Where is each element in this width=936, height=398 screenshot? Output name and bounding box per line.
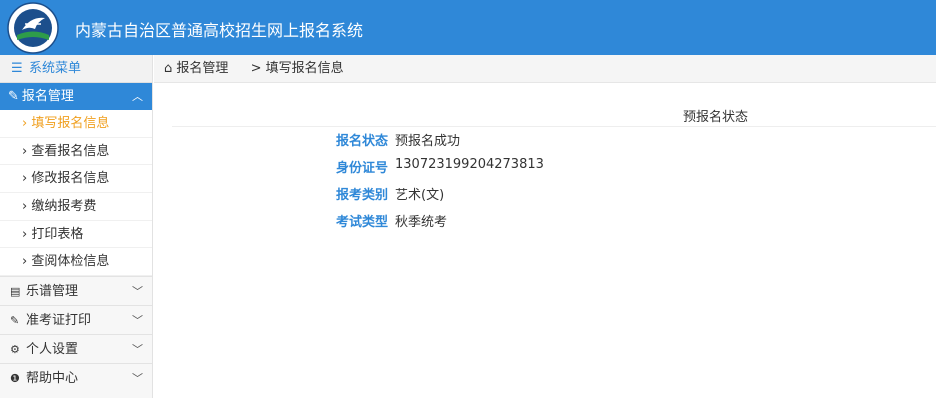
sidebar-item-pay-fee[interactable]: › 缴纳报考费 (0, 193, 152, 221)
info-icon: ❶ (10, 372, 20, 386)
sidebar-item-medical-info[interactable]: › 查阅体检信息 (0, 248, 152, 277)
menu-list-icon: ☰ (11, 61, 23, 76)
sidebar-group-label: 乐谱管理 (26, 284, 79, 300)
chevron-down-icon: ﹀ (132, 314, 143, 328)
sidebar-group-label: 准考证打印 (26, 313, 92, 329)
sidebar-group-label: 个人设置 (26, 342, 79, 358)
chevron-up-icon: ︿ (132, 90, 143, 103)
sidebar: ☰ 系统菜单 ✎ 报名管理 ︿ › 填写报名信息 › 查看报名信息 › 修改报名信息… (0, 55, 153, 398)
field-label: 考试类型 (336, 215, 389, 230)
school-emblem-logo (7, 2, 59, 54)
chevron-down-icon: ﹀ (132, 343, 143, 357)
field-label: 报考类别 (336, 188, 389, 203)
sidebar-group-label: 报名管理 (21, 89, 74, 104)
app-header: 内蒙古自治区普通高校招生网上报名系统 (0, 0, 936, 55)
breadcrumb-root[interactable]: 报名管理 (176, 61, 228, 76)
sidebar-group-score[interactable]: ▤ 乐谱管理 ﹀ (0, 276, 152, 306)
field-value: 秋季统考 (395, 215, 448, 230)
field-value: 预报名成功 (395, 134, 461, 149)
sidebar-item-print-forms[interactable]: › 打印表格 (0, 220, 152, 249)
sidebar-item-view-info[interactable]: › 查看报名信息 (0, 137, 152, 166)
chevron-down-icon: ﹀ (132, 372, 143, 386)
field-label: 身份证号 (336, 161, 389, 176)
app-title: 内蒙古自治区普通高校招生网上报名系统 (75, 21, 364, 40)
edit-icon: ✎ (8, 89, 19, 104)
sidebar-group-admission-ticket[interactable]: ✎ 准考证打印 ﹀ (0, 305, 152, 335)
sidebar-group-registration[interactable]: ✎ 报名管理 ︿ (0, 83, 152, 110)
sidebar-group-label: 帮助中心 (26, 371, 79, 387)
field-value: 130723199204273813 (395, 157, 544, 172)
sidebar-group-settings[interactable]: ⚙ 个人设置 ﹀ (0, 334, 152, 364)
sidebar-group-help[interactable]: ❶ 帮助中心 ﹀ (0, 363, 152, 393)
breadcrumb: ⌂ 报名管理 > 填写报名信息 (154, 55, 936, 83)
sidebar-item-edit-info[interactable]: › 修改报名信息 (0, 165, 152, 194)
breadcrumb-current: > 填写报名信息 (250, 61, 344, 76)
list-icon: ▤ (10, 285, 21, 299)
chevron-down-icon: ﹀ (132, 285, 143, 299)
edit-icon: ✎ (10, 314, 20, 328)
sidebar-item-fill-info[interactable]: › 填写报名信息 (0, 110, 152, 138)
sidebar-menu-title: ☰ 系统菜单 (0, 55, 152, 83)
section-title: 预报名状态 (683, 110, 749, 125)
divider (172, 126, 936, 127)
sidebar-menu-title-label: 系统菜单 (29, 61, 82, 76)
home-icon: ⌂ (164, 61, 173, 76)
field-label: 报名状态 (336, 134, 389, 149)
gear-icon: ⚙ (10, 343, 20, 357)
field-value: 艺术(文) (395, 188, 445, 203)
